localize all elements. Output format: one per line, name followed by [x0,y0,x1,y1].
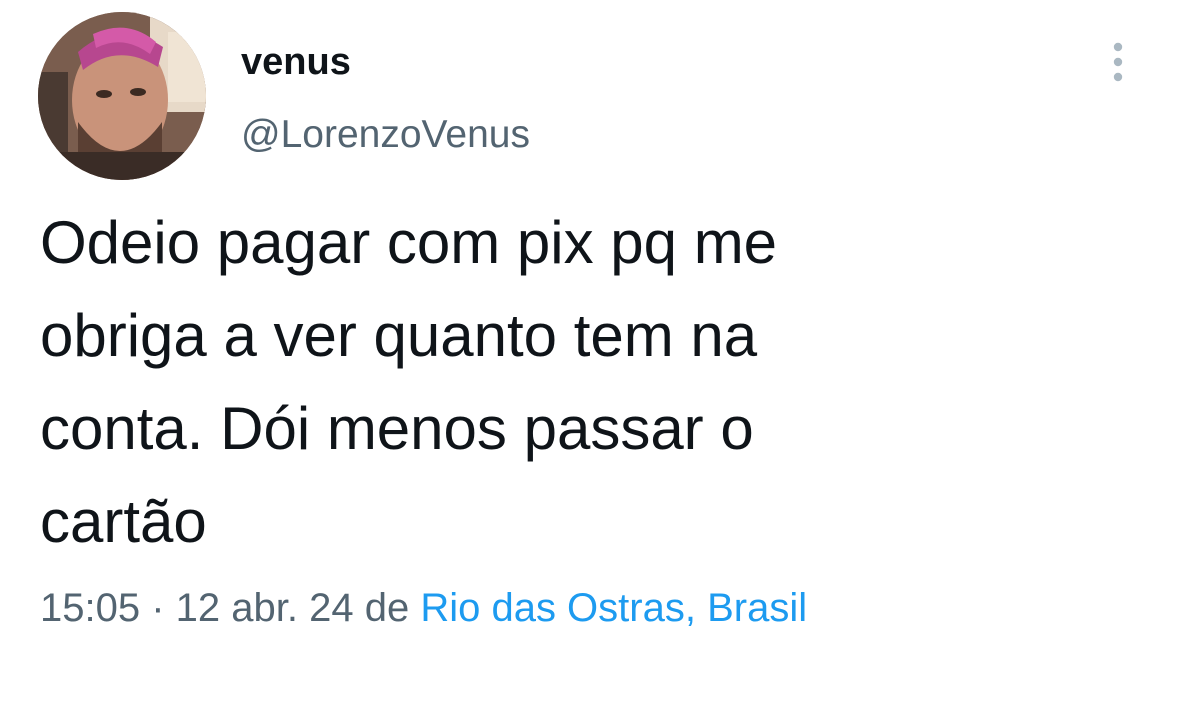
tweet-time[interactable]: 15:05 [40,586,140,630]
avatar-image [38,12,206,180]
tweet-location-link[interactable]: Rio das Ostras, Brasil [420,586,807,630]
avatar[interactable] [38,12,206,180]
tweet-date[interactable]: 12 abr. 24 [176,586,354,630]
meta-separator: · [140,586,176,630]
more-options-button[interactable] [1098,36,1138,88]
more-vertical-icon [1113,42,1123,82]
tweet-text: Odeio pagar com pix pq me obriga a ver q… [40,209,778,555]
from-label: de [353,586,421,630]
author-handle[interactable]: @LorenzoVenus [241,110,530,160]
author-display-name[interactable]: venus [241,38,351,86]
tweet-card: venus @LorenzoVenus Odeio pagar com pix … [0,0,1179,702]
tweet-meta: 15:05 · 12 abr. 24 de Rio das Ostras, Br… [40,582,807,634]
